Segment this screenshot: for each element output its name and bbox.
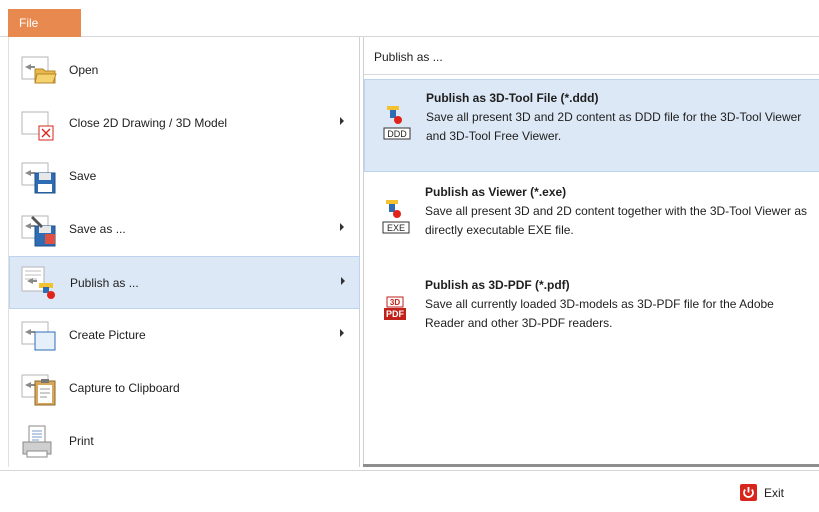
option-description: Save all currently loaded 3D-models as 3…	[425, 297, 774, 330]
open-folder-icon	[21, 56, 57, 84]
option-description: Save all present 3D and 2D content toget…	[425, 204, 807, 237]
menu-item-capture-clipboard[interactable]: Capture to Clipboard	[9, 362, 360, 415]
menu-item-label: Publish as ...	[70, 276, 139, 290]
submenu-arrow-icon	[341, 277, 345, 285]
submenu-arrow-icon	[340, 117, 344, 125]
publish-icon	[21, 266, 55, 299]
menu-item-open[interactable]: Open	[9, 44, 360, 97]
badge-text: DDD	[387, 129, 407, 139]
menu-item-create-picture[interactable]: Create Picture	[9, 309, 360, 362]
printer-icon	[22, 425, 52, 458]
badge-text: EXE	[387, 223, 405, 233]
exe-file-icon: EXE	[382, 200, 410, 234]
ddd-file-icon: DDD	[383, 106, 411, 140]
title-bar: File	[0, 0, 819, 37]
save-as-icon	[21, 215, 56, 247]
option-title: Publish as Viewer (*.exe)	[425, 185, 567, 199]
menu-item-label: Close 2D Drawing / 3D Model	[69, 116, 228, 130]
menu-item-close-drawing[interactable]: Close 2D Drawing / 3D Model	[9, 97, 360, 150]
option-title: Publish as 3D-PDF (*.pdf)	[425, 278, 570, 292]
file-tab[interactable]: File	[8, 9, 81, 37]
publish-pdf-option[interactable]: 3D PDF Publish as 3D-PDF (*.pdf) Save al…	[364, 267, 819, 360]
menu-item-label: Save	[69, 169, 97, 183]
exit-button[interactable]: Exit	[740, 483, 810, 505]
panel-bottom-edge	[363, 464, 819, 467]
bottom-bar: Exit	[0, 470, 819, 512]
power-icon	[740, 484, 757, 501]
menu-item-label: Open	[69, 63, 99, 77]
publish-submenu: Publish as ... DDD Publish as 3D-Tool Fi…	[363, 37, 819, 467]
pdf-file-icon: 3D PDF	[384, 296, 406, 320]
save-disk-icon	[21, 162, 56, 194]
option-title: Publish as 3D-Tool File (*.ddd)	[426, 91, 599, 105]
close-model-icon	[21, 111, 54, 141]
picture-icon	[21, 321, 56, 351]
menu-item-label: Capture to Clipboard	[69, 381, 180, 395]
menu-item-label: Print	[69, 434, 94, 448]
publish-exe-option[interactable]: EXE Publish as Viewer (*.exe) Save all p…	[364, 174, 819, 267]
badge-top-text: 3D	[390, 298, 400, 307]
badge-text: PDF	[386, 309, 405, 319]
publish-ddd-option[interactable]: DDD Publish as 3D-Tool File (*.ddd) Save…	[364, 79, 819, 172]
submenu-header: Publish as ...	[364, 37, 819, 75]
menu-item-publish-as[interactable]: Publish as ...	[9, 256, 360, 309]
submenu-arrow-icon	[340, 329, 344, 337]
exit-label: Exit	[764, 486, 785, 500]
option-description: Save all present 3D and 2D content as DD…	[426, 110, 802, 143]
menu-item-label: Save as ...	[69, 222, 126, 236]
menu-item-save[interactable]: Save	[9, 150, 360, 203]
submenu-arrow-icon	[340, 223, 344, 231]
menu-item-save-as[interactable]: Save as ...	[9, 203, 360, 256]
menu-item-label: Create Picture	[69, 328, 146, 342]
menu-item-print[interactable]: Print	[9, 415, 360, 468]
clipboard-icon	[21, 374, 56, 406]
file-menu: Open Close 2D Drawing / 3D Model Save Sa…	[8, 37, 360, 467]
